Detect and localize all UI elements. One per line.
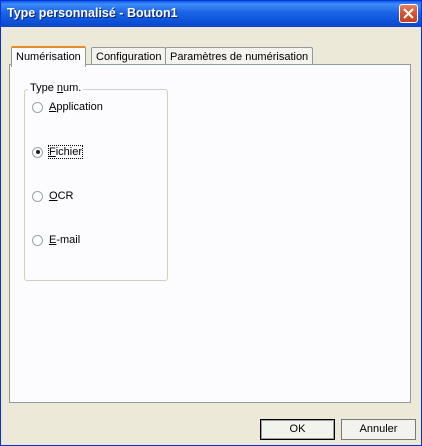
scan-type-groupbox xyxy=(24,89,168,281)
option-fichier-label: Fichier xyxy=(47,145,84,159)
option-application-label: Application xyxy=(49,101,103,113)
option-email[interactable]: E-mail xyxy=(32,233,80,247)
radio-application[interactable] xyxy=(32,101,43,113)
option-fichier[interactable]: Fichier xyxy=(32,145,84,159)
radio-fichier[interactable] xyxy=(32,146,43,158)
cancel-button[interactable]: Annuler xyxy=(341,419,416,440)
scan-type-legend: Type num. xyxy=(28,82,84,94)
option-application[interactable]: Application xyxy=(32,100,103,114)
option-ocr-label: OCR xyxy=(49,190,74,202)
radio-ocr[interactable] xyxy=(32,190,43,202)
option-email-label: E-mail xyxy=(49,234,81,246)
title-bar[interactable]: Type personnalisé - Bouton1 xyxy=(1,1,421,27)
option-ocr[interactable]: OCR xyxy=(32,189,73,203)
tab-numerisation[interactable]: Numérisation xyxy=(11,46,86,67)
ok-button[interactable]: OK xyxy=(260,419,335,440)
close-button[interactable] xyxy=(399,4,418,23)
window-title: Type personnalisé - Bouton1 xyxy=(7,6,178,20)
radio-email[interactable] xyxy=(32,234,43,246)
close-icon xyxy=(403,8,414,19)
